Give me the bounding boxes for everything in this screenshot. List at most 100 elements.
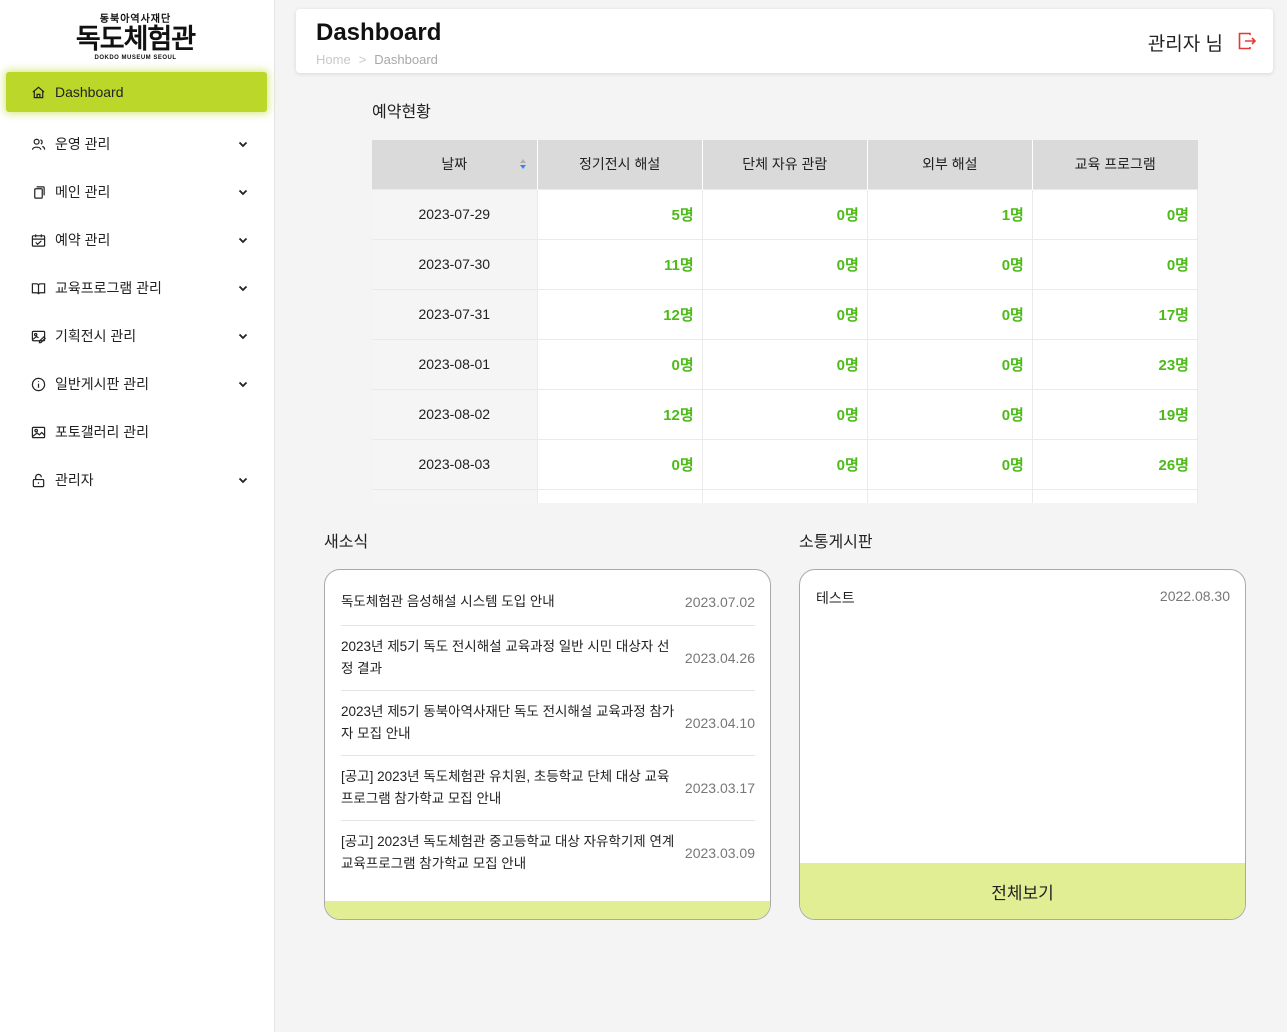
sidebar-item-label: 교육프로그램 관리	[55, 280, 162, 296]
table-cell-count: 0명	[702, 438, 868, 489]
chevron-down-icon	[238, 381, 248, 388]
news-item-date: 2023.07.02	[684, 593, 755, 610]
table-cell-date: 2023-08-02	[372, 388, 538, 439]
image-icon	[30, 424, 46, 440]
table-cell-count: 0명	[1032, 188, 1198, 239]
logo-subtitle: DOKDO MUSEUM SEOUL	[94, 55, 177, 61]
list-item[interactable]: 2023년 제5기 독도 전시해설 교육과정 일반 시민 대상자 선정 결과 2…	[341, 626, 755, 691]
chevron-down-icon	[238, 477, 248, 484]
sidebar-item-main[interactable]: 메인 관리	[0, 168, 275, 216]
sidebar-item-admin[interactable]: 관리자	[0, 456, 275, 504]
sidebar-item-label: 운영 관리	[55, 136, 111, 152]
page-header: Dashboard Home > Dashboard 관리자 님	[296, 9, 1273, 73]
chevron-down-icon	[238, 333, 248, 340]
news-card: 독도체험관 음성해설 시스템 도입 안내 2023.07.02 2023년 제5…	[324, 569, 771, 920]
news-item-title: 2023년 제5기 독도 전시해설 교육과정 일반 시민 대상자 선정 결과	[341, 639, 670, 676]
table-cell-count: 0명	[702, 238, 868, 289]
home-icon	[30, 84, 46, 100]
sidebar-item-education[interactable]: 교육프로그램 관리	[0, 264, 275, 312]
sidebar-item-label: 예약 관리	[55, 232, 111, 248]
news-list: 독도체험관 음성해설 시스템 도입 안내 2023.07.02 2023년 제5…	[341, 578, 755, 885]
table-cell-count: 0명	[702, 338, 868, 389]
sidebar-item-board[interactable]: 일반게시판 관리	[0, 360, 275, 408]
table-row: 2023-08-02 12명 0명 0명 19명	[372, 388, 1198, 439]
logo-title: 독도체험관	[75, 24, 196, 55]
news-item-date: 2023.04.26	[684, 650, 755, 666]
sidebar-item-label: 관리자	[55, 472, 94, 488]
column-header: 정기전시 해설	[537, 140, 703, 189]
table-row: 2023-08-03 0명 0명 0명 26명	[372, 438, 1198, 489]
table-cell-count: 11명	[537, 238, 703, 289]
chevron-down-icon	[238, 285, 248, 292]
list-item[interactable]: 2023년 제5기 동북아역사재단 독도 전시해설 교육과정 참가자 모집 안내…	[341, 691, 755, 756]
table-cell-date: 2023-07-30	[372, 238, 538, 289]
users-icon	[30, 136, 46, 152]
calendar-icon	[30, 232, 46, 248]
chevron-down-icon	[238, 237, 248, 244]
column-header: 단체 자유 관람	[702, 140, 868, 189]
table-cell-count	[867, 488, 1033, 503]
table-cell-count: 5명	[537, 188, 703, 239]
list-item[interactable]: 독도체험관 음성해설 시스템 도입 안내 2023.07.02	[341, 578, 755, 626]
board-card: 테스트 2022.08.30 전체보기	[799, 569, 1246, 920]
board-section-title: 소통게시판	[799, 534, 873, 551]
gallery-edit-icon	[30, 328, 46, 344]
table-cell-count: 0명	[1032, 238, 1198, 289]
breadcrumb-home[interactable]: Home	[316, 52, 351, 67]
table-cell-date: 2023-08-01	[372, 338, 538, 389]
news-item-title: [공고] 2023년 독도체험관 유치원, 초등학교 단체 대상 교육프로그램 …	[341, 769, 670, 806]
list-item[interactable]: 테스트 2022.08.30	[816, 588, 1230, 608]
chevron-down-icon	[238, 189, 248, 196]
news-item-date: 2023.03.17	[684, 780, 755, 796]
info-icon	[30, 376, 46, 392]
news-item-title: [공고] 2023년 독도체험관 중고등학교 대상 자유학기제 연계 교육프로그…	[341, 834, 675, 871]
table-cell-count: 17명	[1032, 288, 1198, 339]
table-row: 2023-08-01 0명 0명 0명 23명	[372, 338, 1198, 389]
book-icon	[30, 280, 46, 296]
logo-org-name: 동북아역사재단	[99, 14, 172, 25]
table-row: 2023-07-31 12명 0명 0명 17명	[372, 288, 1198, 339]
table-cell-date: 2023-07-29	[372, 188, 538, 239]
table-cell-count: 1명	[867, 188, 1033, 239]
table-cell-count: 0명	[867, 238, 1033, 289]
reservation-section-title: 예약현황	[372, 104, 431, 121]
sidebar-item-photo-gallery[interactable]: 포토갤러리 관리	[0, 408, 275, 456]
news-item-date: 2023.04.10	[684, 715, 755, 731]
news-view-all-button[interactable]	[325, 901, 770, 919]
table-cell-count: 0명	[537, 338, 703, 389]
table-cell-count: 0명	[702, 388, 868, 439]
table-cell-count: 0명	[867, 288, 1033, 339]
sidebar-item-exhibition[interactable]: 기획전시 관리	[0, 312, 275, 360]
sidebar-item-label: 일반게시판 관리	[55, 376, 150, 392]
table-cell-count	[702, 488, 868, 503]
sort-icon[interactable]	[519, 158, 527, 170]
sidebar-nav: Dashboard 운영 관리 메인 관리 예약 관리 교육프로그램 관리 기획…	[0, 72, 275, 504]
logo[interactable]: 동북아역사재단 독도체험관 DOKDO MUSEUM SEOUL	[0, 10, 271, 61]
breadcrumb-current: Dashboard	[374, 52, 438, 67]
sidebar-item-label: 메인 관리	[55, 184, 111, 200]
sidebar-item-dashboard[interactable]: Dashboard	[6, 72, 267, 112]
list-item[interactable]: [공고] 2023년 독도체험관 유치원, 초등학교 단체 대상 교육프로그램 …	[341, 756, 755, 821]
reservation-table-container[interactable]: 날짜 정기전시 해설 단체 자유 관람 외부 해설 교육 프로그램 2023-0…	[372, 140, 1198, 503]
reservation-table: 날짜 정기전시 해설 단체 자유 관람 외부 해설 교육 프로그램 2023-0…	[372, 140, 1198, 503]
sidebar-item-reservation[interactable]: 예약 관리	[0, 216, 275, 264]
logout-icon[interactable]	[1237, 31, 1257, 51]
table-cell-count: 19명	[1032, 388, 1198, 439]
sidebar-item-label: Dashboard	[55, 84, 124, 100]
table-cell-count: 26명	[1032, 438, 1198, 489]
view-all-button[interactable]: 전체보기	[800, 863, 1245, 919]
board-item-date: 2022.08.30	[1159, 588, 1230, 604]
table-cell-count: 0명	[867, 438, 1033, 489]
table-cell-count: 0명	[867, 338, 1033, 389]
column-header-date[interactable]: 날짜	[372, 140, 538, 189]
table-cell-count: 12명	[537, 288, 703, 339]
table-row: 2023-07-30 11명 0명 0명 0명	[372, 238, 1198, 289]
list-item[interactable]: [공고] 2023년 독도체험관 중고등학교 대상 자유학기제 연계 교육프로그…	[341, 821, 755, 885]
table-cell-date	[372, 488, 538, 503]
page-title: Dashboard	[316, 19, 442, 46]
table-cell-date: 2023-08-03	[372, 438, 538, 489]
sidebar-item-label: 포토갤러리 관리	[55, 424, 150, 440]
sidebar-item-operations[interactable]: 운영 관리	[0, 120, 275, 168]
lock-icon	[30, 472, 46, 488]
breadcrumb-separator: >	[358, 52, 367, 67]
